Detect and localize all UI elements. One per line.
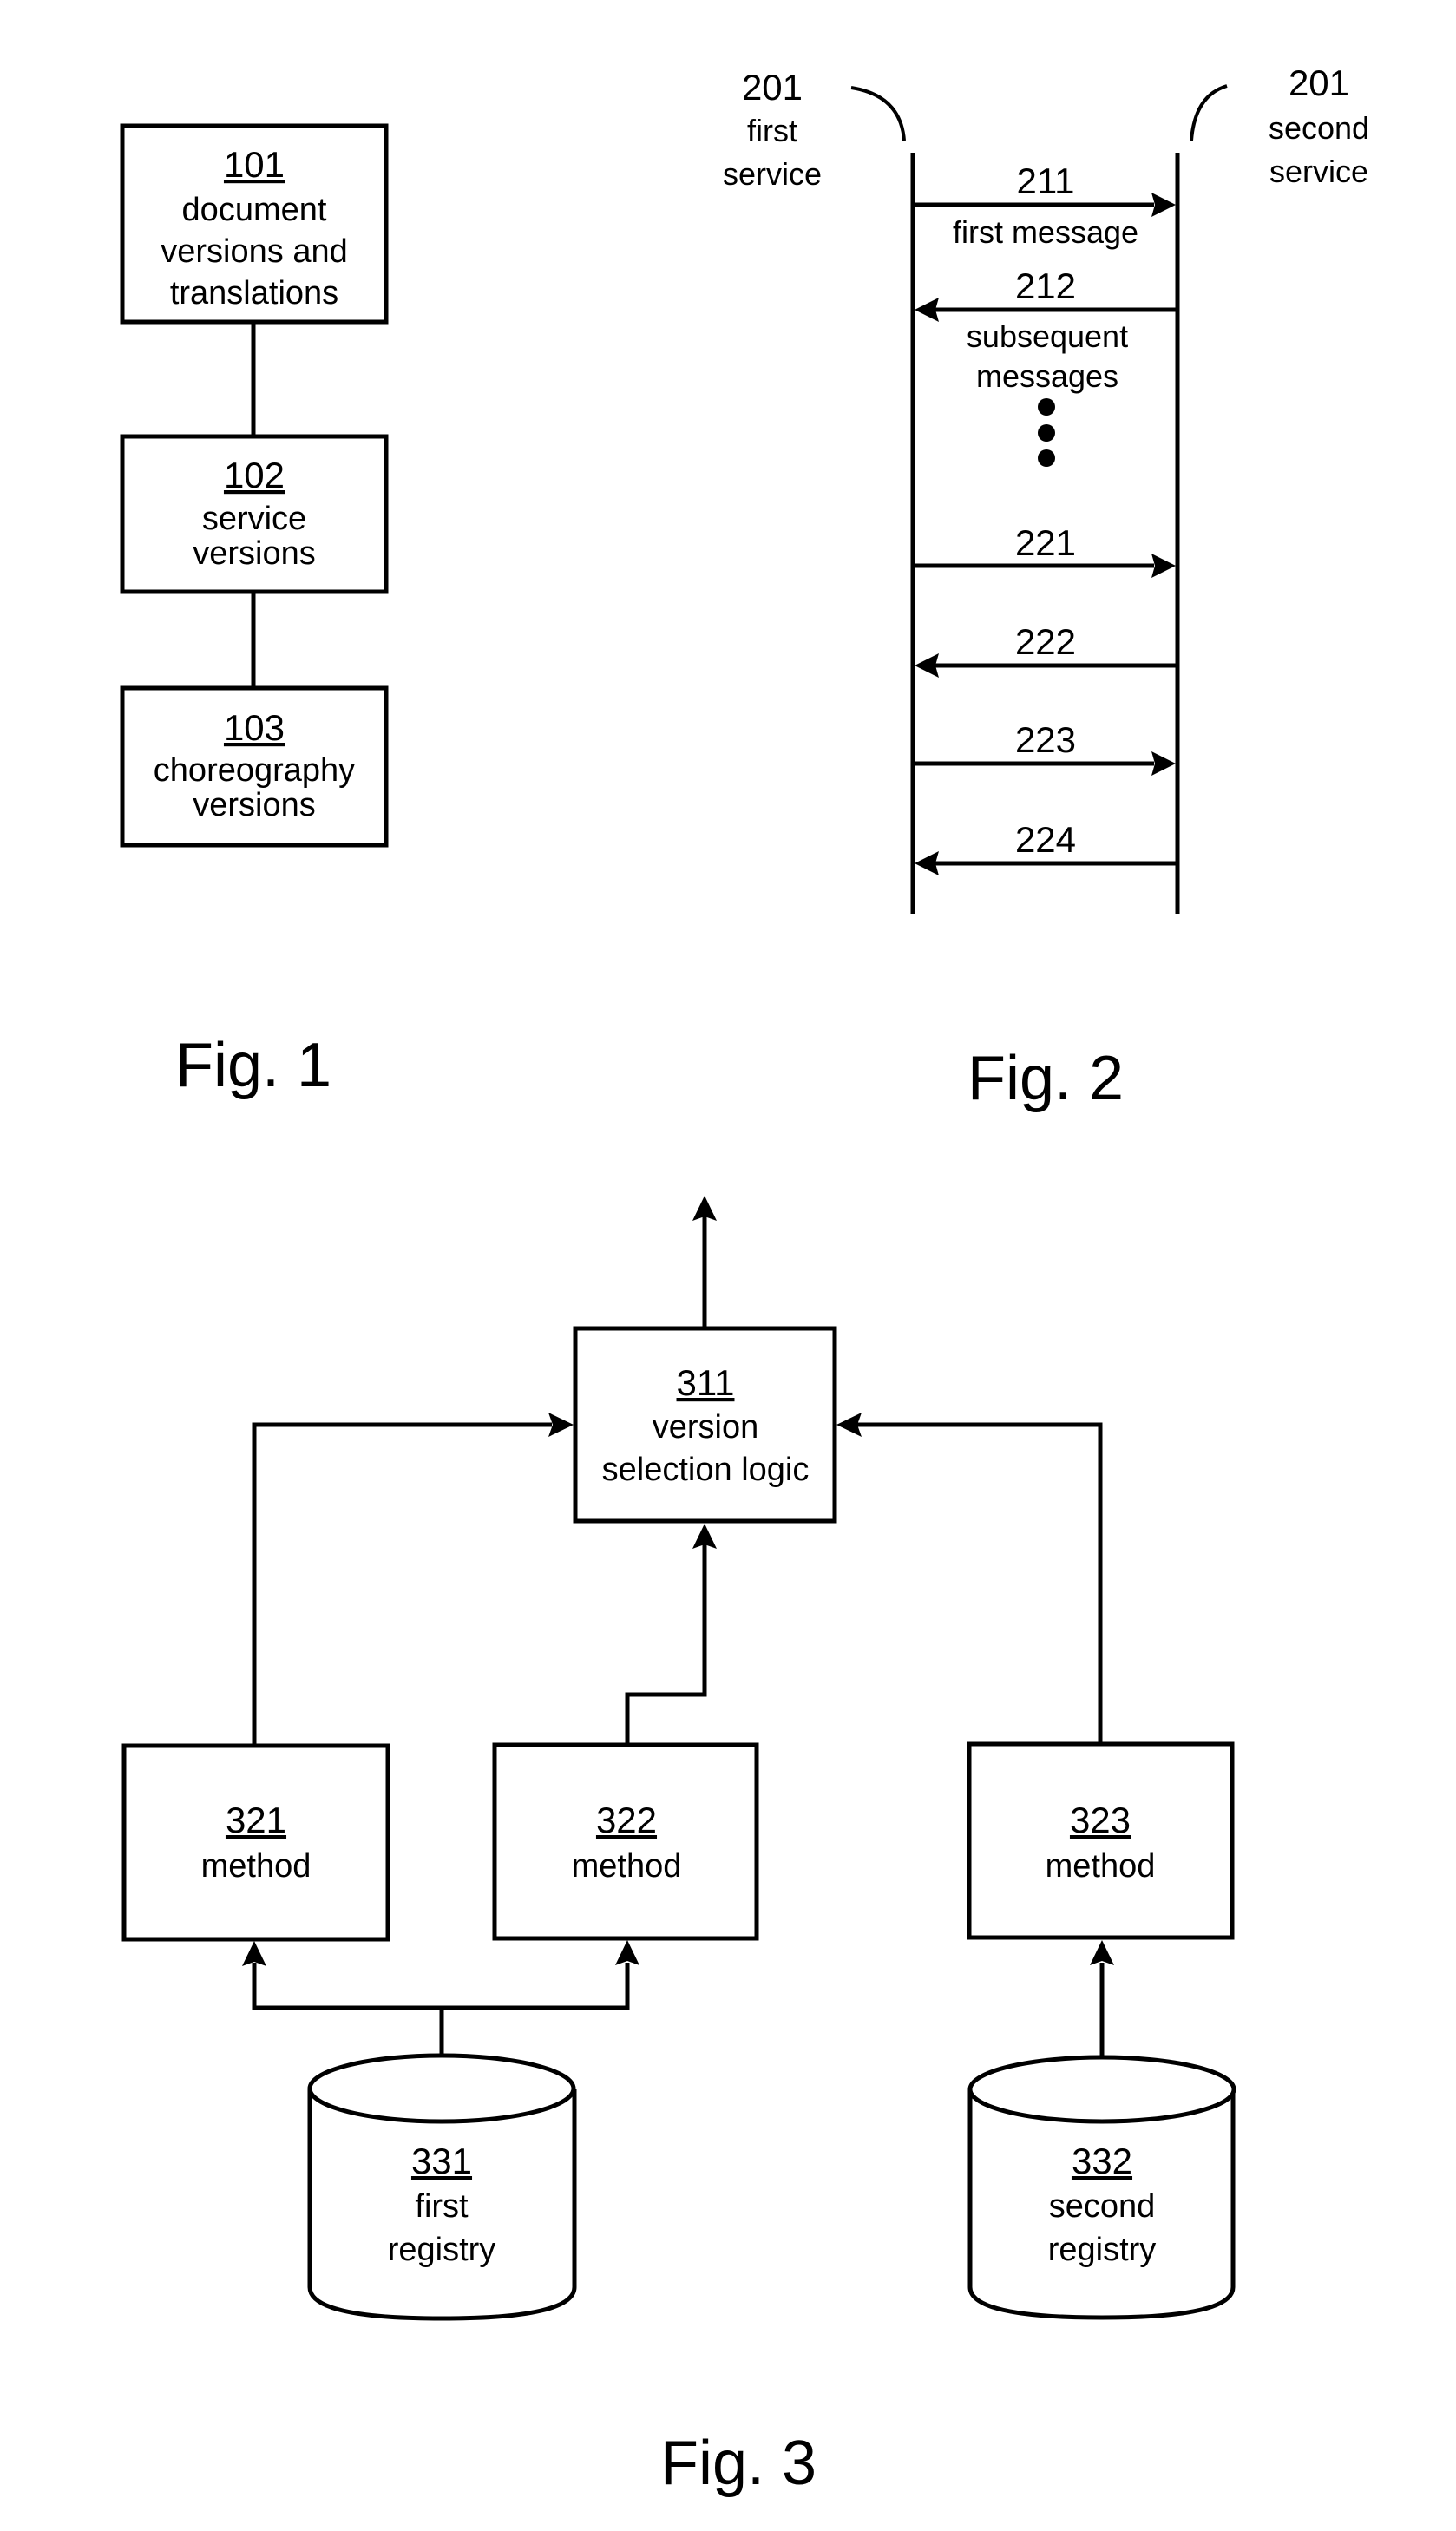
connector-321-to-311 xyxy=(252,1422,552,1745)
box-322-frame xyxy=(492,1742,759,1941)
fig2-caption: Fig. 2 xyxy=(967,1044,1124,1113)
fig1-caption: Fig. 1 xyxy=(175,1031,331,1100)
first-service-number: 201 xyxy=(742,67,803,108)
box-311: 311 version selection logic xyxy=(573,1326,837,1524)
message-211: 211 first message xyxy=(913,161,1176,250)
fig2: 201 first service 201 second service 211… xyxy=(723,62,1369,1113)
registry-331-cylinder: 331 first registry xyxy=(307,2053,577,2321)
fig1: 101 document versions and translations 1… xyxy=(120,123,389,1100)
message-212-label-line-1: subsequent xyxy=(967,318,1128,354)
box-102-line-2: versions xyxy=(193,535,316,572)
box-101-number: 101 xyxy=(224,144,285,185)
ellipsis-dot xyxy=(1038,449,1055,467)
message-212-label-line-2: messages xyxy=(976,358,1118,394)
message-222-number: 222 xyxy=(1015,621,1076,662)
second-service-number: 201 xyxy=(1289,62,1349,103)
box-103-line-2: versions xyxy=(193,787,316,823)
message-224-arrowhead xyxy=(915,851,939,875)
message-212-number: 212 xyxy=(1015,266,1076,306)
message-224-number: 224 xyxy=(1015,819,1076,860)
vertical-ellipsis-icon xyxy=(1038,398,1055,467)
box-321-label: method xyxy=(201,1848,312,1885)
box-323-label: method xyxy=(1046,1848,1156,1885)
box-103: 103 choreography versions xyxy=(120,685,389,848)
first-service-leader xyxy=(850,86,906,141)
fig3: 311 version selection logic 321 method 3… xyxy=(121,1196,1236,2498)
second-service-line-2: service xyxy=(1269,154,1368,189)
box-321-frame xyxy=(121,1743,390,1942)
box-311-line-1: version xyxy=(653,1409,759,1446)
box-322-label: method xyxy=(572,1848,682,1885)
box-323-number: 323 xyxy=(1070,1800,1131,1840)
message-211-label: first message xyxy=(953,214,1138,250)
first-service-line-2: service xyxy=(723,156,822,192)
message-212: 212 subsequent messages xyxy=(915,266,1177,394)
fig3-caption: Fig. 3 xyxy=(660,2429,817,2498)
registry-331-number: 331 xyxy=(411,2141,472,2181)
box-101-line-3: translations xyxy=(170,275,338,311)
box-103-number: 103 xyxy=(224,707,285,748)
box-321: 321 method xyxy=(121,1743,390,1942)
second-service-leader xyxy=(1190,84,1228,141)
message-221: 221 xyxy=(913,522,1176,578)
box-102-line-1: service xyxy=(202,501,306,537)
patent-figures-sheet: 101 document versions and translations 1… xyxy=(120,62,1369,2498)
message-224: 224 xyxy=(915,819,1177,875)
box-322-number: 322 xyxy=(596,1800,657,1840)
box-322: 322 method xyxy=(492,1742,759,1941)
connector-323-to-311 xyxy=(857,1422,1103,1743)
second-service-line-1: second xyxy=(1269,110,1369,146)
registry-332-cylinder: 332 second registry xyxy=(967,2055,1236,2320)
registry-332-line-2: registry xyxy=(1048,2232,1157,2268)
fanout-arrowhead-321 xyxy=(242,1941,266,1966)
box-101-line-2: versions and xyxy=(161,233,347,270)
connector-321-arrowhead xyxy=(548,1413,574,1437)
box-321-number: 321 xyxy=(226,1800,286,1840)
message-222: 222 xyxy=(915,621,1177,678)
message-223-arrowhead xyxy=(1151,751,1176,776)
box-323: 323 method xyxy=(967,1741,1235,1940)
registry-331-fanout xyxy=(252,1963,630,2010)
message-223: 223 xyxy=(913,719,1176,776)
first-service-line-1: first xyxy=(747,113,797,148)
box-311-number: 311 xyxy=(677,1362,735,1403)
message-223-number: 223 xyxy=(1015,719,1076,760)
registry-331-line-2: registry xyxy=(388,2232,496,2268)
message-211-arrowhead xyxy=(1151,193,1176,217)
cylinder-332-top xyxy=(967,2055,1236,2124)
registry-332-number: 332 xyxy=(1072,2141,1132,2181)
message-222-arrowhead xyxy=(915,653,939,678)
connector-322-to-311 xyxy=(625,1544,707,1744)
box-103-line-1: choreography xyxy=(154,752,355,789)
box-101-line-1: document xyxy=(182,192,327,228)
box-311-line-2: selection logic xyxy=(602,1452,810,1488)
message-211-number: 211 xyxy=(1017,161,1075,201)
fanout-arrowhead-322 xyxy=(615,1940,639,1965)
box-102: 102 service versions xyxy=(120,434,389,594)
box-323-frame xyxy=(967,1741,1235,1940)
box-102-number: 102 xyxy=(224,455,285,495)
cylinder-331-top xyxy=(307,2053,576,2124)
registry-332-line-1: second xyxy=(1049,2188,1156,2225)
message-221-arrowhead xyxy=(1151,554,1176,578)
registry-331-line-1: first xyxy=(415,2188,469,2225)
box-101: 101 document versions and translations xyxy=(120,123,389,325)
ellipsis-dot xyxy=(1038,424,1055,442)
ellipsis-dot xyxy=(1038,398,1055,416)
message-212-arrowhead xyxy=(915,298,939,322)
registry-332-arrowhead xyxy=(1090,1940,1114,1965)
message-221-number: 221 xyxy=(1015,522,1076,563)
